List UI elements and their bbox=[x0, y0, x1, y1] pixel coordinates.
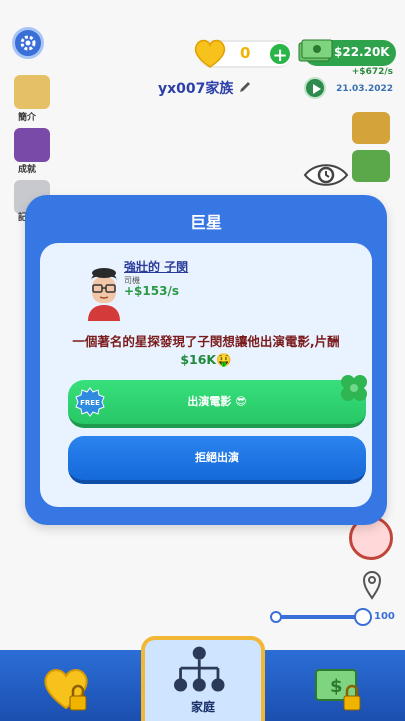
reject-button-label: 拒絕出演 bbox=[195, 451, 239, 464]
salary-amount: $16K bbox=[180, 352, 217, 367]
free-badge-icon: FREE bbox=[75, 387, 105, 417]
character-avatar bbox=[88, 268, 120, 321]
character-name[interactable]: 強壯的 子閔 bbox=[124, 258, 188, 275]
accept-button-label: 出演電影 bbox=[187, 395, 232, 408]
event-message: 一個著名的星探發現了子閔想讓他出演電影,片酬 $16K🤑 bbox=[54, 333, 358, 369]
modal-title: 巨星 bbox=[189, 213, 222, 232]
free-badge-text: FREE bbox=[80, 399, 100, 407]
money-face-emoji: 🤑 bbox=[216, 352, 232, 367]
reject-movie-button[interactable]: 拒絕出演 bbox=[68, 436, 366, 484]
clover-icon bbox=[341, 375, 367, 401]
message-text: 一個著名的星探發現了子閔想讓他出演電影,片酬 bbox=[72, 334, 340, 349]
event-modal: 巨星 強壯的 子閔 司機 +$153/s 一個著名的星探發現了子閔想讓他出演電影… bbox=[25, 195, 387, 525]
sunglasses-emoji: 😎 bbox=[235, 395, 247, 408]
modal-body: 強壯的 子閔 司機 +$153/s 一個著名的星探發現了子閔想讓他出演電影,片酬… bbox=[40, 243, 372, 507]
character-income: +$153/s bbox=[124, 284, 179, 298]
accept-movie-button[interactable]: 出演電影 😎 bbox=[68, 380, 366, 428]
